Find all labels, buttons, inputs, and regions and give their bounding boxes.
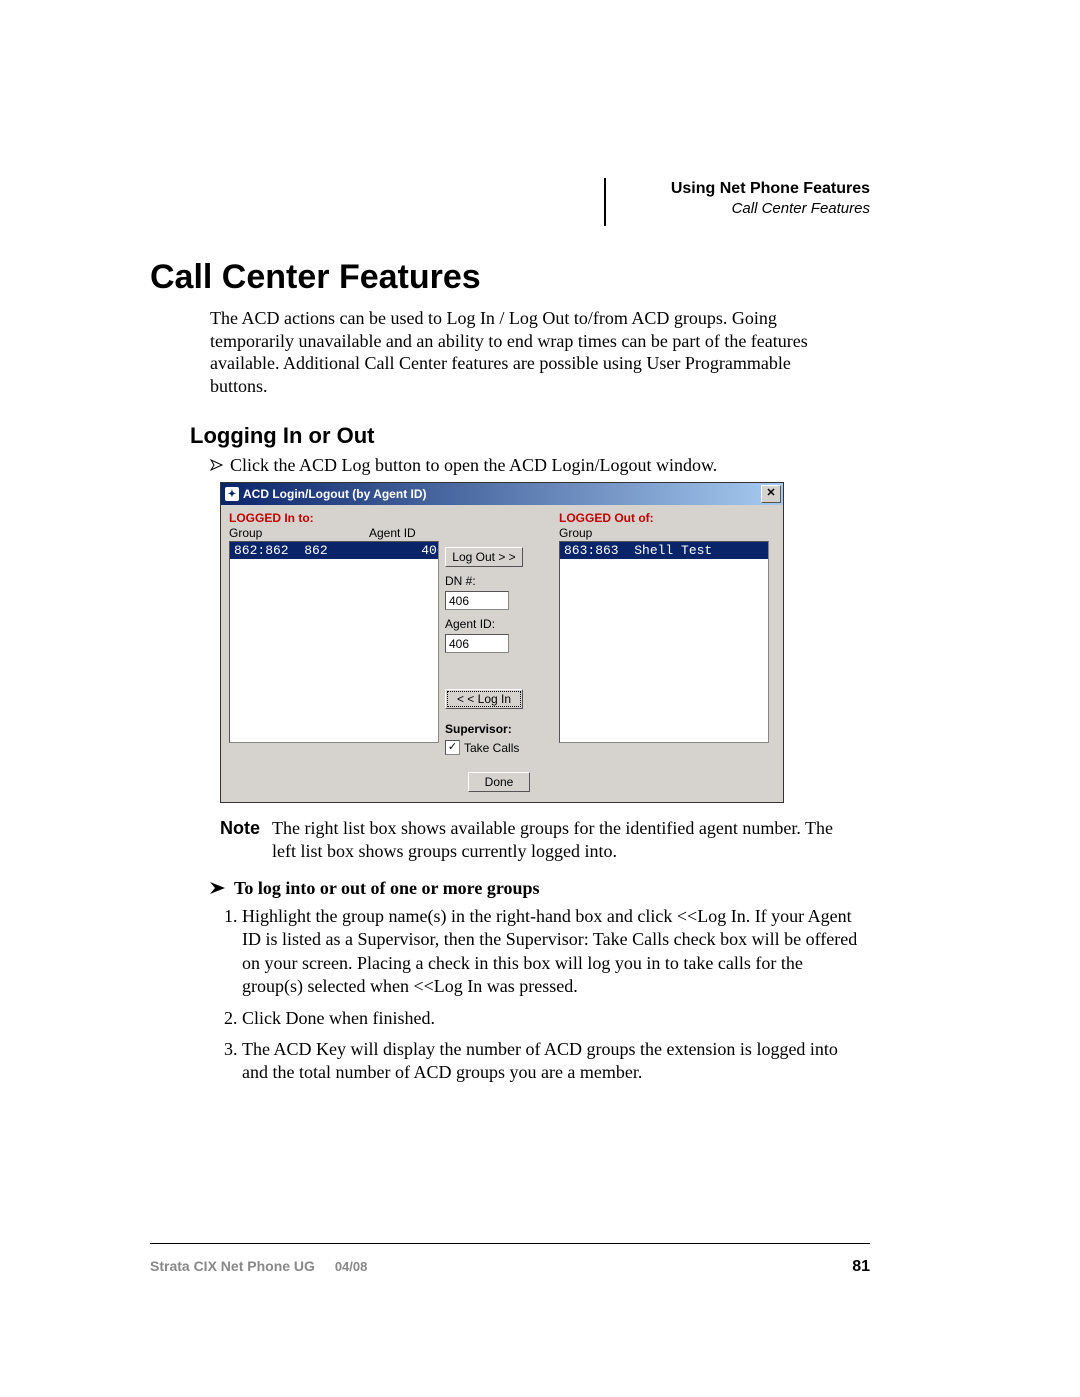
step-item: Click Done when finished. [242, 1007, 862, 1030]
dn-input[interactable] [445, 591, 509, 610]
note-label: Note [220, 817, 260, 862]
step-list: Highlight the group name(s) in the right… [220, 905, 862, 1085]
list-item[interactable]: 862:862 862 406 Y [230, 542, 438, 559]
footer-date: 04/08 [335, 1259, 368, 1274]
logged-out-label: LOGGED Out of: [559, 511, 769, 525]
agentid-input[interactable] [445, 634, 509, 653]
page-number: 81 [852, 1258, 870, 1276]
logged-in-label: LOGGED In to: [229, 511, 439, 525]
logged-out-listbox[interactable]: 863:863 Shell Test [559, 541, 769, 743]
page-footer: Strata CIX Net Phone UG 04/08 81 [150, 1258, 870, 1276]
procedure-heading: To log into or out of one or more groups [234, 878, 540, 899]
supervisor-label: Supervisor: [445, 722, 553, 736]
take-calls-checkbox[interactable]: ✓ [445, 740, 460, 755]
intro-paragraph: The ACD actions can be used to Log In / … [210, 307, 850, 397]
dialog-title: ACD Login/Logout (by Agent ID) [243, 487, 761, 501]
list-item[interactable]: 863:863 Shell Test [560, 542, 768, 559]
step-item: Highlight the group name(s) in the right… [242, 905, 862, 999]
left-column-headers: Group Agent ID [229, 526, 439, 540]
logged-in-listbox[interactable]: 862:862 862 406 Y [229, 541, 439, 743]
header-divider [604, 178, 606, 226]
section-heading: Logging In or Out [190, 423, 870, 449]
instruction-text: Click the ACD Log button to open the ACD… [230, 455, 717, 476]
app-icon: ✦ [225, 487, 239, 501]
dn-label: DN #: [445, 574, 553, 588]
agentid-header: Agent ID [369, 526, 439, 540]
note-block: Note The right list box shows available … [220, 817, 850, 862]
dialog-titlebar: ✦ ACD Login/Logout (by Agent ID) ✕ [221, 483, 783, 505]
logout-button[interactable]: Log Out > > [445, 547, 523, 567]
note-text: The right list box shows available group… [272, 817, 850, 862]
header-chapter: Using Net Phone Features [671, 180, 870, 198]
procedure-heading-row: To log into or out of one or more groups [210, 878, 870, 899]
group-header-left: Group [229, 526, 369, 540]
take-calls-label: Take Calls [464, 741, 519, 755]
arrow-outline-icon [210, 458, 224, 472]
footer-divider [150, 1243, 870, 1244]
close-button[interactable]: ✕ [761, 485, 781, 503]
step-item: The ACD Key will display the number of A… [242, 1038, 862, 1085]
footer-doc-title: Strata CIX Net Phone UG [150, 1258, 315, 1274]
arrow-solid-icon [210, 881, 226, 895]
agentid-label: Agent ID: [445, 617, 553, 631]
group-header-right: Group [559, 526, 699, 540]
instruction-bullet: Click the ACD Log button to open the ACD… [210, 455, 870, 476]
header-section: Call Center Features [671, 200, 870, 217]
right-column-headers: Group [559, 526, 769, 540]
done-button[interactable]: Done [468, 772, 530, 792]
acd-login-dialog: ✦ ACD Login/Logout (by Agent ID) ✕ LOGGE… [220, 482, 784, 803]
login-button[interactable]: < < Log In [445, 689, 523, 709]
running-header: Using Net Phone Features Call Center Fea… [671, 180, 870, 217]
